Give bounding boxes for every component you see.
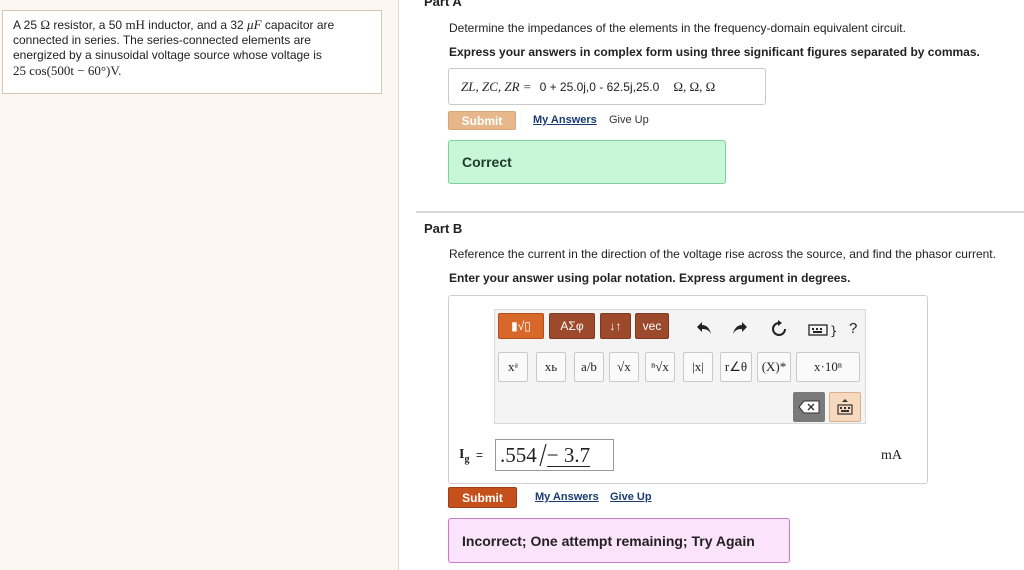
key-subscript[interactable]: xь xyxy=(536,352,566,382)
part-a-instruction: Express your answers in complex form usi… xyxy=(449,45,980,59)
part-b-feedback-incorrect: Incorrect; One attempt remaining; Try Ag… xyxy=(448,518,790,563)
section-divider xyxy=(416,211,1024,213)
part-a-title: Part A xyxy=(424,0,462,9)
reset-icon[interactable] xyxy=(768,318,790,340)
problem-statement: A 25 Ω resistor, a 50 mH inductor, and a… xyxy=(2,10,382,94)
key-polar[interactable]: r∠θ xyxy=(720,352,752,382)
part-b-my-answers-link[interactable]: My Answers xyxy=(535,491,599,503)
undo-icon[interactable] xyxy=(694,318,714,338)
part-b-submit-button[interactable]: Submit xyxy=(448,487,517,508)
current-label: Ig xyxy=(459,447,470,465)
part-a-answer-field[interactable]: ZL, ZC, ZR = 0 + 25.0j,0 - 62.5j,25.0 Ω,… xyxy=(448,68,766,105)
key-superscript[interactable]: xᵃ xyxy=(498,352,528,382)
part-a-prompt: Determine the impedances of the elements… xyxy=(449,21,906,35)
input-equals: = xyxy=(476,448,484,462)
svg-text:}: } xyxy=(830,324,838,337)
part-a-my-answers-link[interactable]: My Answers xyxy=(533,114,597,126)
redo-icon[interactable] xyxy=(730,318,750,338)
input-magnitude: .554 xyxy=(500,442,537,467)
key-sqrt[interactable]: √x xyxy=(609,352,639,382)
part-a-submit-button[interactable]: Submit xyxy=(448,111,516,130)
part-a-answer-value: 0 + 25.0j,0 - 62.5j,25.0 xyxy=(539,79,660,94)
help-icon[interactable]: ? xyxy=(849,320,857,337)
part-b-title: Part B xyxy=(424,221,463,236)
input-angle: − 3.7 xyxy=(546,442,591,467)
templates-button[interactable]: ▮√▯ xyxy=(498,313,544,339)
keyboard-shortcuts-icon[interactable]: } xyxy=(806,321,840,339)
angle-symbol xyxy=(539,443,547,467)
part-a-answer-label: ZL, ZC, ZR = xyxy=(461,78,532,94)
part-a-answer-units: Ω, Ω, Ω xyxy=(673,78,716,94)
problem-line-3: energized by a sinusoidal voltage source… xyxy=(13,48,322,62)
key-scientific-notation[interactable]: x·10ⁿ xyxy=(796,352,860,382)
problem-voltage-expression: 25 cos(500t − 60°)V. xyxy=(13,63,122,78)
backspace-icon[interactable] xyxy=(793,392,825,422)
keyboard-toggle-icon[interactable] xyxy=(829,392,861,422)
problem-line-2: connected in series. The series-connecte… xyxy=(13,33,311,47)
current-units: mA xyxy=(881,448,902,463)
key-conjugate[interactable]: (X)* xyxy=(757,352,791,382)
part-a-give-up-link[interactable]: Give Up xyxy=(609,114,649,126)
part-b-prompt: Reference the current in the direction o… xyxy=(449,247,996,261)
key-fraction[interactable]: a/b xyxy=(574,352,604,382)
part-a-feedback-correct: Correct xyxy=(448,140,726,184)
arrows-button[interactable]: ↓↑ xyxy=(600,313,631,339)
problem-line-1: A 25 Ω resistor, a 50 mH inductor, and a… xyxy=(13,17,335,32)
vector-button[interactable]: vec xyxy=(635,313,669,339)
key-absolute-value[interactable]: |x| xyxy=(683,352,713,382)
key-nth-root[interactable]: ⁿ√x xyxy=(645,352,675,382)
phasor-current-input[interactable]: .554 − 3.7 xyxy=(495,439,614,471)
part-b-give-up-link[interactable]: Give Up xyxy=(610,491,652,503)
greek-symbols-button[interactable]: ΑΣφ xyxy=(549,313,595,339)
part-b-instruction: Enter your answer using polar notation. … xyxy=(449,271,851,285)
